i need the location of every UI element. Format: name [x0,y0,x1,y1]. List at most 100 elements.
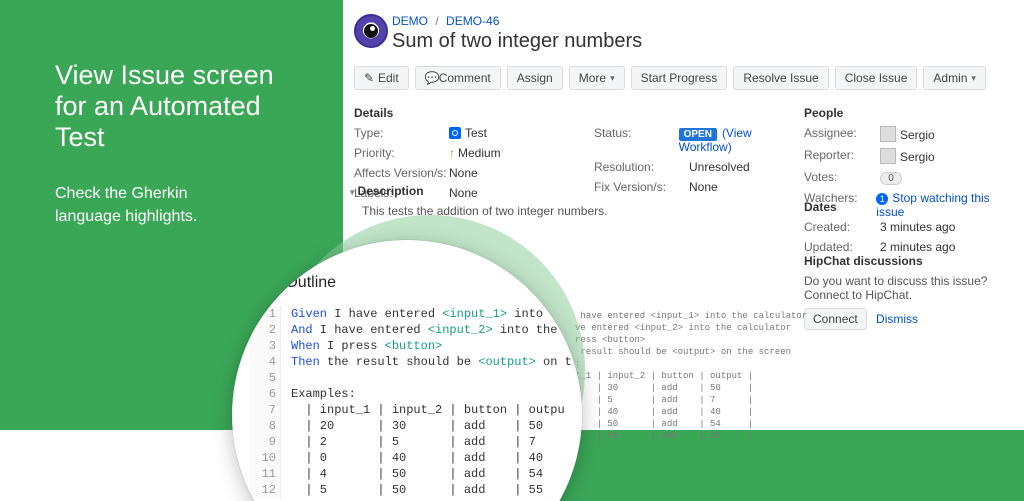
mini-line: t_1 | input_2 | button | output | [575,371,753,381]
dismiss-link[interactable]: Dismiss [876,312,918,326]
priority-icon: ↑ [449,146,455,160]
assign-label: Assign [517,71,553,85]
votes-value: 0 [880,170,902,185]
close-label: Close Issue [845,71,908,85]
line-number: 9 [250,434,281,450]
line-number: 6 [250,386,281,402]
gherkin-code: 1Given I have entered <input_1> into t 2… [250,306,572,498]
mini-line: | 30 | add | 50 | [575,383,753,393]
kw-given: Given [291,307,327,321]
chevron-down-icon: ▾ [610,73,615,84]
line-number: 5 [250,370,281,386]
created-key: Created: [804,220,880,234]
mini-line: result should be <output> on the screen [575,347,791,357]
resolution-key: Resolution: [594,160,689,174]
connect-button[interactable]: Connect [804,308,867,330]
comment-label: Comment [439,71,491,85]
placeholder: <button> [385,339,443,353]
collapse-icon: ▾ [350,187,355,197]
mini-line: | 40 | add | 40 | [575,407,753,417]
line-number: 11 [250,466,281,482]
project-avatar[interactable] [354,14,388,48]
promo-title-line3: Test [55,122,105,152]
start-progress-button[interactable]: Start Progress [631,66,728,90]
mini-line: | 50 | add | 54 | [575,419,753,429]
admin-label: Admin [933,71,967,85]
breadcrumb: DEMO / DEMO-46 [392,14,499,28]
placeholder: <input_2> [428,323,493,337]
table-row: | 0 | 40 | add | 40 [291,451,543,465]
comment-button[interactable]: 💬Comment [415,66,501,90]
code-text: into t [507,307,557,321]
user-avatar-icon [880,126,896,142]
kw-when: When [291,339,320,353]
promo-text: View Issue screen for an Automated Test … [55,60,274,228]
code-text: I press [320,339,385,353]
affects-value: None [449,166,478,180]
mini-line: ve entered <input_2> into the calculator [575,323,791,333]
promo-sub-line1: Check the Gherkin [55,185,188,202]
close-issue-button[interactable]: Close Issue [835,66,918,90]
people-heading: People [804,106,1014,120]
code-text: on t [536,355,572,369]
edit-button[interactable]: ✎ Edit [354,66,409,90]
resolution-value: Unresolved [689,160,750,174]
hipchat-heading: HipChat discussions [804,254,1014,268]
mini-line: | 50 | add | 55 | [575,431,753,441]
more-button[interactable]: More▾ [569,66,625,90]
line-number: 4 [250,354,281,370]
start-label: Start Progress [641,71,718,85]
code-text: I have entered [327,307,442,321]
reporter-value: Sergio [880,148,935,164]
resolve-button[interactable]: Resolve Issue [733,66,828,90]
code-text: the result should be [320,355,478,369]
table-row: | 4 | 50 | add | 54 [291,467,543,481]
line-number: 7 [250,402,281,418]
status-key: Status: [594,126,679,154]
created-value: 3 minutes ago [880,220,955,234]
issue-toolbar: ✎ Edit 💬Comment Assign More▾ Start Progre… [354,66,986,90]
reporter-name: Sergio [900,150,935,164]
promo-sub: Check the Gherkin language highlights. [55,183,274,228]
type-value: Test [449,126,487,140]
table-row: | 5 | 50 | add | 55 [291,483,543,497]
assignee-value: Sergio [880,126,935,142]
kw-and: And [291,323,313,337]
hipchat-section: HipChat discussions Do you want to discu… [804,244,1014,330]
user-avatar-icon [880,148,896,164]
line-number: 3 [250,338,281,354]
details-heading: Details [354,106,794,120]
breadcrumb-project[interactable]: DEMO [392,14,428,28]
line-number: 8 [250,418,281,434]
placeholder: <output> [478,355,536,369]
test-type-icon [449,127,461,139]
table-header: | input_1 | input_2 | button | outpu [291,403,565,417]
breadcrumb-sep: / [435,14,438,28]
mini-line: ress <button> [575,335,645,345]
type-key: Type: [354,126,449,140]
promo-sub-line2: language highlights. [55,208,197,225]
line-number: 2 [250,322,281,338]
reporter-key: Reporter: [804,148,880,164]
pencil-icon: ✎ [364,71,374,85]
breadcrumb-issue[interactable]: DEMO-46 [446,14,499,28]
type-text: Test [465,126,487,140]
mini-line: have entered <input_1> into the calculat… [575,311,807,321]
priority-text: Medium [458,146,501,160]
background-code-snippet: have entered <input_1> into the calculat… [575,310,785,442]
promo-title: View Issue screen for an Automated Test [55,60,274,153]
issue-title: Sum of two integer numbers [392,30,642,53]
votes-key: Votes: [804,170,880,185]
table-row: | 2 | 5 | add | 7 [291,435,536,449]
description-heading[interactable]: ▾Description [350,184,794,198]
kw-then: Then [291,355,320,369]
examples-label: Examples: [291,387,356,401]
admin-button[interactable]: Admin▾ [923,66,986,90]
line-number: 10 [250,450,281,466]
resolve-label: Resolve Issue [743,71,818,85]
placeholder: <input_1> [442,307,507,321]
assign-button[interactable]: Assign [507,66,563,90]
code-text: I have entered [313,323,428,337]
mini-line: | 5 | add | 7 | [575,395,753,405]
edit-label: Edit [378,71,399,85]
